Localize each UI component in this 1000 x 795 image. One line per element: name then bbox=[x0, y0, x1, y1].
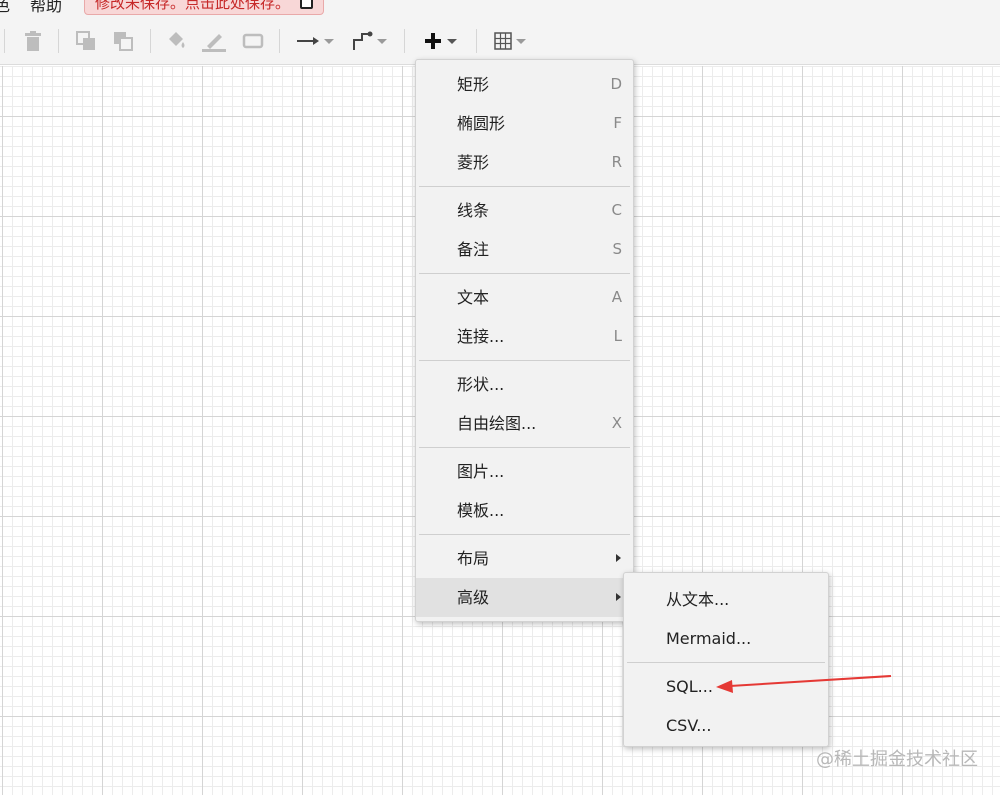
table-icon bbox=[494, 32, 512, 50]
menu-item-label: 模板... bbox=[457, 501, 505, 520]
shortcut-key: A bbox=[611, 288, 622, 306]
shortcut-key: R bbox=[611, 153, 622, 171]
menu-item-template[interactable]: 模板... bbox=[416, 491, 633, 530]
shortcut-key: F bbox=[613, 114, 622, 132]
fill-color-icon bbox=[169, 32, 185, 48]
insert-menu: 矩形 D 椭圆形 F 菱形 R 线条 C 备注 S 文本 A 连接... L 形… bbox=[415, 59, 634, 622]
menu-separator bbox=[419, 360, 630, 361]
waypoints-icon bbox=[353, 31, 373, 50]
to-back-button[interactable] bbox=[111, 29, 135, 53]
menu-separator bbox=[419, 534, 630, 535]
menu-item-shapes[interactable]: 形状... bbox=[416, 365, 633, 404]
menu-item-label: 文本 bbox=[457, 288, 490, 307]
watermark: @稀土掘金技术社区 bbox=[816, 749, 978, 770]
delete-button[interactable] bbox=[22, 29, 44, 53]
menu-item-label: 从文本... bbox=[666, 590, 730, 609]
insert-icon bbox=[425, 33, 441, 49]
chevron-down-icon bbox=[324, 38, 334, 44]
unsaved-notice-text: 修改未保存。点击此处保存。 bbox=[95, 0, 291, 12]
menu-item-mermaid[interactable]: Mermaid... bbox=[624, 619, 828, 658]
chevron-down-icon bbox=[377, 38, 387, 44]
to-front-button[interactable] bbox=[74, 29, 98, 53]
shortcut-key: D bbox=[610, 75, 622, 93]
menu-item-label: 图片... bbox=[457, 462, 505, 481]
menu-item-text[interactable]: 文本 A bbox=[416, 278, 633, 317]
line-color-icon bbox=[202, 34, 226, 52]
shortcut-key: L bbox=[613, 327, 622, 345]
insert-button[interactable] bbox=[419, 29, 461, 53]
menu-item-label: 线条 bbox=[457, 201, 490, 220]
to-front-icon bbox=[76, 31, 95, 50]
menu-item-label: 椭圆形 bbox=[457, 114, 506, 133]
menu-item-label: 高级 bbox=[457, 588, 490, 607]
chevron-down-icon bbox=[447, 38, 457, 44]
menu-item-help[interactable]: 帮助 bbox=[30, 0, 62, 16]
chevron-right-icon bbox=[616, 593, 621, 601]
unsaved-changes-notice[interactable]: 修改未保存。点击此处保存。 bbox=[84, 0, 324, 15]
menu-separator bbox=[627, 662, 825, 663]
menubar: 色 帮助 修改未保存。点击此处保存。 bbox=[0, 0, 1000, 17]
menu-item-label: 形状... bbox=[457, 375, 505, 394]
waypoints-button[interactable] bbox=[349, 29, 389, 53]
menu-separator bbox=[419, 447, 630, 448]
table-button[interactable] bbox=[490, 29, 530, 53]
menu-item-label: 连接... bbox=[457, 327, 505, 346]
menu-separator bbox=[419, 186, 630, 187]
menu-item-layout[interactable]: 布局 bbox=[416, 539, 633, 578]
to-back-icon bbox=[114, 32, 133, 51]
menu-item-label: CSV... bbox=[666, 716, 712, 735]
menu-item-format[interactable]: 色 bbox=[0, 0, 10, 16]
menu-item-sql[interactable]: SQL... bbox=[624, 667, 828, 706]
toolbar-divider bbox=[150, 29, 151, 53]
fill-color-button[interactable] bbox=[164, 29, 188, 53]
connection-icon bbox=[297, 37, 319, 45]
menu-item-label: 备注 bbox=[457, 240, 490, 259]
menu-item-label: 矩形 bbox=[457, 75, 490, 94]
menu-item-label: SQL... bbox=[666, 677, 713, 696]
chevron-down-icon bbox=[516, 38, 526, 44]
menu-item-rectangle[interactable]: 矩形 D bbox=[416, 65, 633, 104]
shadow-icon bbox=[242, 33, 264, 49]
shadow-button[interactable] bbox=[240, 29, 266, 53]
toolbar-divider bbox=[58, 29, 59, 53]
toolbar-divider bbox=[476, 29, 477, 53]
menu-item-ellipse[interactable]: 椭圆形 F bbox=[416, 104, 633, 143]
menu-item-note[interactable]: 备注 S bbox=[416, 230, 633, 269]
shortcut-key: X bbox=[611, 414, 622, 432]
advanced-submenu: 从文本... Mermaid... SQL... CSV... bbox=[623, 572, 829, 747]
menu-item-csv[interactable]: CSV... bbox=[624, 706, 828, 745]
menu-item-advanced[interactable]: 高级 bbox=[416, 578, 633, 617]
menu-item-rhombus[interactable]: 菱形 R bbox=[416, 143, 633, 182]
menu-item-label: 菱形 bbox=[457, 153, 490, 172]
menu-item-label: 布局 bbox=[457, 549, 490, 568]
delete-icon bbox=[25, 31, 41, 51]
line-color-button[interactable] bbox=[200, 29, 228, 53]
menu-item-label: Mermaid... bbox=[666, 629, 752, 648]
menu-item-label: 自由绘图... bbox=[457, 414, 537, 433]
menu-item-from-text[interactable]: 从文本... bbox=[624, 580, 828, 619]
toolbar-divider bbox=[404, 29, 405, 53]
chevron-right-icon bbox=[616, 554, 621, 562]
toolbar bbox=[0, 17, 1000, 65]
menu-item-image[interactable]: 图片... bbox=[416, 452, 633, 491]
shortcut-key: S bbox=[612, 240, 622, 258]
menu-item-line[interactable]: 线条 C bbox=[416, 191, 633, 230]
menu-item-freehand[interactable]: 自由绘图... X bbox=[416, 404, 633, 443]
connection-style-button[interactable] bbox=[294, 29, 336, 53]
menu-item-link[interactable]: 连接... L bbox=[416, 317, 633, 356]
toolbar-divider bbox=[4, 29, 5, 53]
shortcut-key: C bbox=[611, 201, 622, 219]
menu-separator bbox=[419, 273, 630, 274]
save-icon bbox=[300, 0, 313, 9]
toolbar-divider bbox=[279, 29, 280, 53]
